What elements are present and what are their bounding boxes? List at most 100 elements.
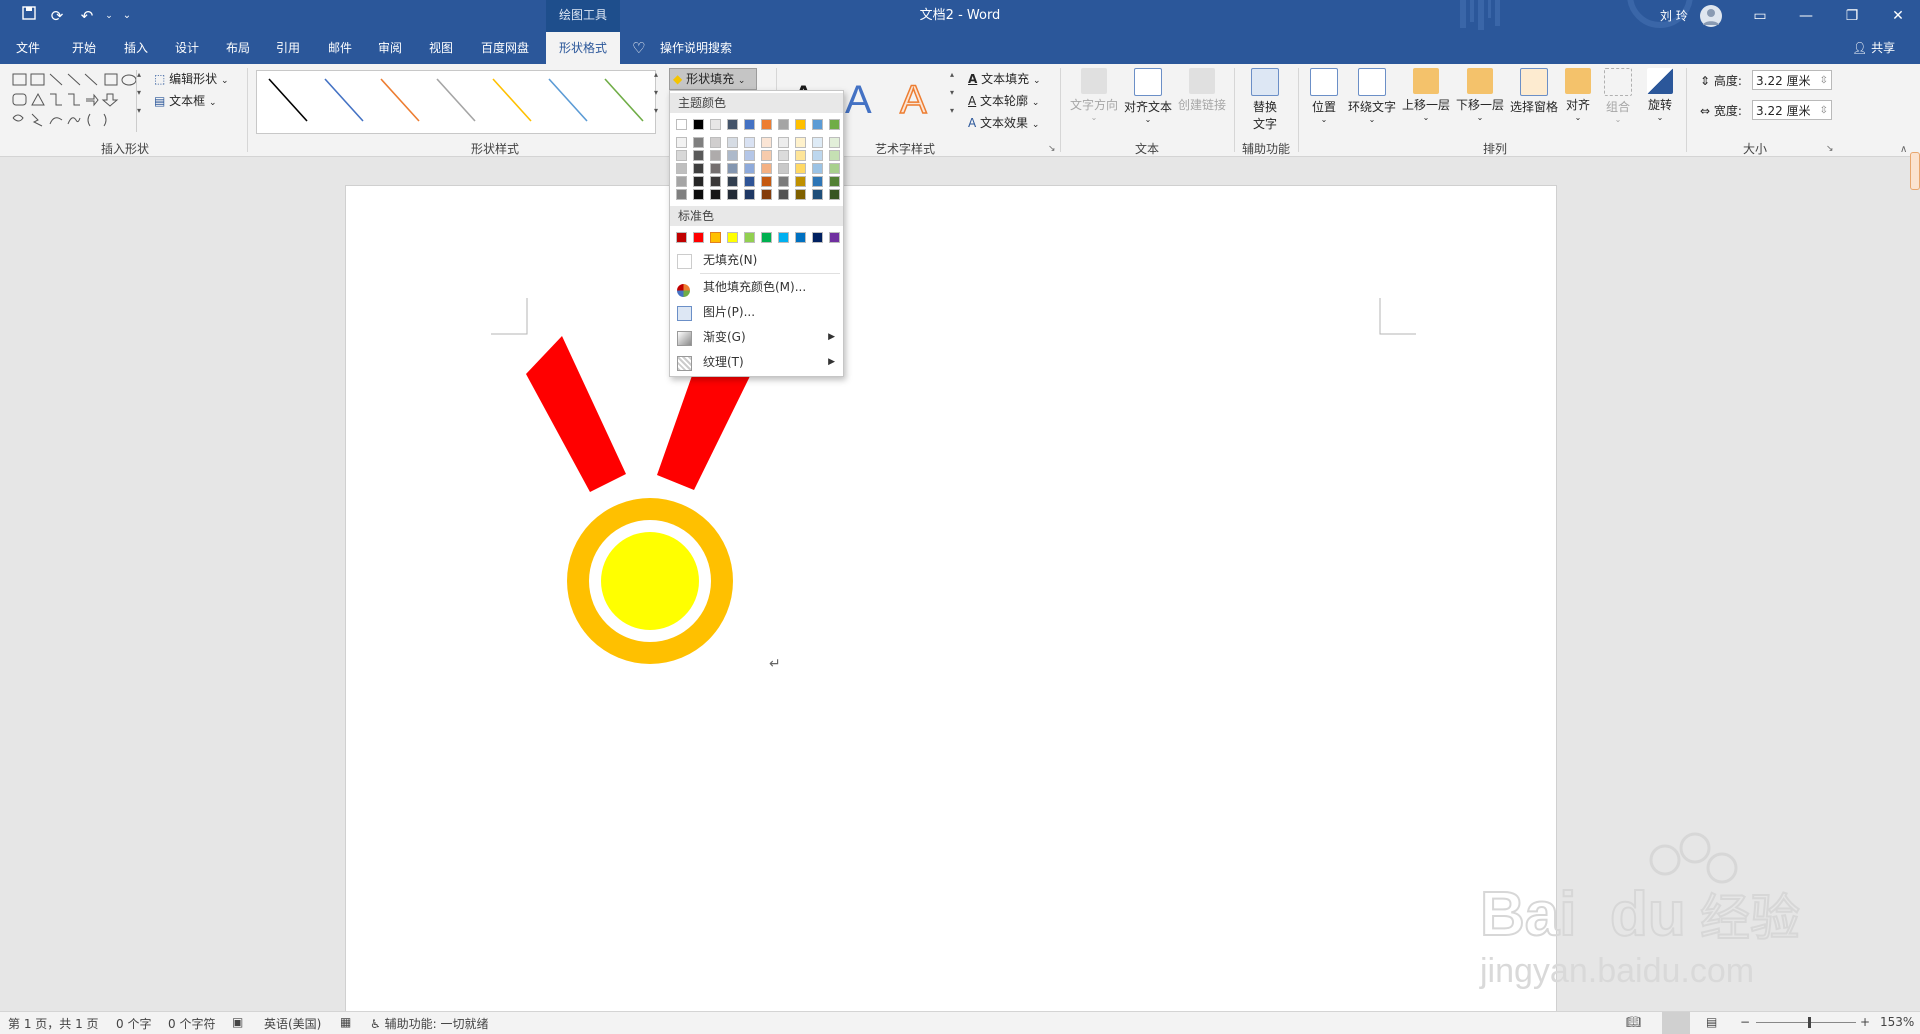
selection-pane-button[interactable]: 选择窗格	[1508, 68, 1560, 115]
redo-icon[interactable]: ⟳	[46, 5, 68, 27]
share-button[interactable]: 👤︎ 共享	[1852, 32, 1895, 64]
color-swatch[interactable]	[727, 137, 738, 148]
close-icon[interactable]: ✕	[1875, 0, 1920, 32]
color-swatch[interactable]	[829, 176, 840, 187]
color-swatch[interactable]	[693, 163, 704, 174]
color-swatch[interactable]	[744, 163, 755, 174]
color-swatch[interactable]	[761, 163, 772, 174]
picture-fill-item[interactable]: 图片(P)...	[670, 300, 843, 324]
wordart-scroll[interactable]: ▴ ▾ ▾	[950, 70, 960, 132]
color-swatch[interactable]	[744, 189, 755, 200]
edit-shape-button[interactable]: ⬚ 编辑形状 ⌄	[154, 70, 229, 87]
color-swatch[interactable]	[744, 150, 755, 161]
scrollbar-thumb[interactable]	[1910, 152, 1920, 190]
color-swatch[interactable]	[676, 176, 687, 187]
textbox-button[interactable]: ▤ 文本框 ⌄	[154, 92, 217, 109]
tab-insert[interactable]: 插入	[116, 32, 156, 64]
color-swatch[interactable]	[829, 163, 840, 174]
color-swatch[interactable]	[693, 232, 704, 243]
color-swatch[interactable]	[778, 176, 789, 187]
zoom-in-icon[interactable]: +	[1860, 1015, 1870, 1029]
color-swatch[interactable]	[676, 119, 687, 130]
color-swatch[interactable]	[778, 137, 789, 148]
color-swatch[interactable]	[693, 119, 704, 130]
color-swatch[interactable]	[744, 137, 755, 148]
web-layout-icon[interactable]: ▤	[1706, 1015, 1717, 1029]
texture-fill-item[interactable]: 纹理(T) ▶	[670, 350, 843, 374]
color-swatch[interactable]	[795, 150, 806, 161]
color-swatch[interactable]	[693, 189, 704, 200]
tab-design[interactable]: 设计	[167, 32, 207, 64]
save-icon[interactable]	[18, 5, 40, 27]
color-swatch[interactable]	[693, 150, 704, 161]
send-backward-button[interactable]: 下移一层 ⌄	[1454, 68, 1506, 122]
tab-review[interactable]: 审阅	[370, 32, 410, 64]
rotate-button[interactable]: 旋转 ⌄	[1642, 68, 1678, 122]
color-swatch[interactable]	[812, 163, 823, 174]
color-swatch[interactable]	[829, 189, 840, 200]
color-swatch[interactable]	[795, 176, 806, 187]
color-swatch[interactable]	[761, 189, 772, 200]
color-swatch[interactable]	[778, 150, 789, 161]
accessibility-status[interactable]: ♿︎ 辅助功能: 一切就绪	[370, 1015, 488, 1032]
color-swatch[interactable]	[744, 119, 755, 130]
color-swatch[interactable]	[778, 119, 789, 130]
line-style-swatch[interactable]	[604, 78, 644, 122]
color-swatch[interactable]	[778, 163, 789, 174]
macro-icon[interactable]: ▦	[340, 1015, 351, 1029]
color-swatch[interactable]	[812, 119, 823, 130]
color-swatch[interactable]	[744, 232, 755, 243]
customize-qat-icon[interactable]: ⌄	[116, 5, 138, 27]
color-swatch[interactable]	[727, 189, 738, 200]
color-swatch[interactable]	[829, 232, 840, 243]
color-swatch[interactable]	[710, 150, 721, 161]
wordart-style-orange[interactable]: A	[899, 77, 927, 123]
document-page[interactable]: ↵	[345, 185, 1557, 1017]
color-swatch[interactable]	[710, 163, 721, 174]
shapes-scroll[interactable]: ▴ ▾ ▾	[136, 70, 147, 132]
color-swatch[interactable]	[727, 176, 738, 187]
line-style-swatch[interactable]	[492, 78, 532, 122]
user-name[interactable]: 刘 玲	[1660, 0, 1688, 32]
medal-shape[interactable]	[526, 336, 796, 676]
line-style-swatch[interactable]	[380, 78, 420, 122]
word-count[interactable]: 0 个字	[116, 1015, 151, 1032]
tab-shape-format[interactable]: 形状格式	[546, 32, 620, 64]
color-swatch[interactable]	[727, 150, 738, 161]
more-colors-item[interactable]: 其他填充颜色(M)...	[670, 275, 843, 299]
color-swatch[interactable]	[829, 150, 840, 161]
width-input[interactable]: 3.22 厘米 ⇳	[1752, 100, 1832, 120]
language[interactable]: 英语(美国)	[264, 1015, 321, 1032]
color-swatch[interactable]	[812, 189, 823, 200]
read-mode-icon[interactable]: 📖︎	[1626, 1015, 1641, 1029]
dialog-launcher-icon[interactable]: ↘	[1826, 144, 1834, 154]
color-swatch[interactable]	[727, 163, 738, 174]
medal-inner-circle[interactable]	[601, 532, 699, 630]
color-swatch[interactable]	[812, 232, 823, 243]
color-swatch[interactable]	[812, 150, 823, 161]
color-swatch[interactable]	[693, 137, 704, 148]
undo-icon[interactable]: ↶	[76, 5, 98, 27]
color-swatch[interactable]	[778, 232, 789, 243]
height-input[interactable]: 3.22 厘米 ⇳	[1752, 70, 1832, 90]
char-count[interactable]: 0 个字符	[168, 1015, 215, 1032]
proofing-icon[interactable]: ▣	[232, 1015, 243, 1029]
color-swatch[interactable]	[676, 232, 687, 243]
spinner-icon[interactable]: ⇳	[1820, 71, 1828, 91]
line-style-swatch[interactable]	[436, 78, 476, 122]
color-swatch[interactable]	[744, 176, 755, 187]
color-swatch[interactable]	[676, 163, 687, 174]
color-swatch[interactable]	[727, 232, 738, 243]
color-swatch[interactable]	[812, 137, 823, 148]
color-swatch[interactable]	[676, 189, 687, 200]
tab-references[interactable]: 引用	[268, 32, 308, 64]
color-swatch[interactable]	[795, 232, 806, 243]
text-effects-button[interactable]: A 文本效果 ⌄	[968, 114, 1039, 131]
create-link-button[interactable]: 创建链接	[1176, 68, 1228, 113]
color-swatch[interactable]	[829, 119, 840, 130]
zoom-level[interactable]: 153%	[1880, 1015, 1914, 1029]
tab-baidu-netdisk[interactable]: 百度网盘	[474, 32, 536, 64]
color-swatch[interactable]	[676, 137, 687, 148]
color-swatch[interactable]	[710, 189, 721, 200]
text-outline-button[interactable]: A 文本轮廓 ⌄	[968, 92, 1039, 109]
